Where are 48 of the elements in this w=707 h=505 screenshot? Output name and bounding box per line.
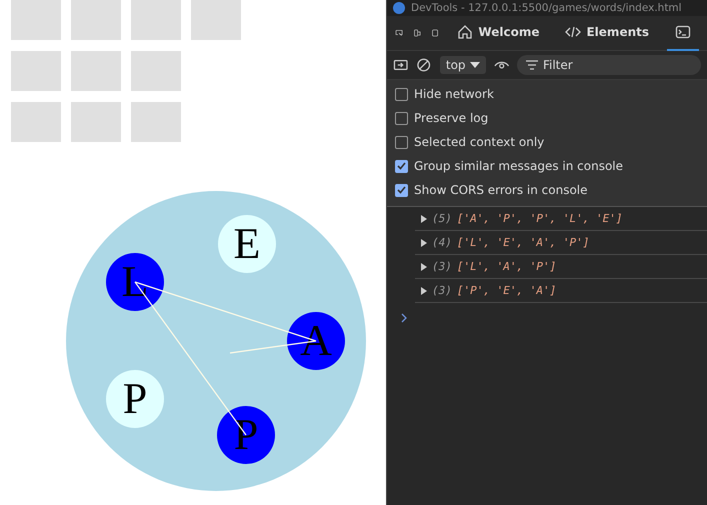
empty-tile (71, 102, 121, 142)
expand-triangle-icon[interactable] (421, 214, 427, 222)
letter-node[interactable]: E (218, 215, 276, 273)
devtools-tab[interactable]: Elements (557, 15, 657, 51)
empty-tile (131, 51, 181, 91)
code-icon[interactable] (565, 24, 582, 40)
filter-field[interactable]: Filter (516, 55, 701, 75)
checkbox-label: Show CORS errors in console (414, 183, 588, 197)
checkbox-label: Selected context only (414, 135, 544, 149)
array-value: ['L', 'A', 'P'] (456, 260, 556, 273)
checkbox-label: Hide network (414, 87, 494, 101)
empty-tile (191, 0, 241, 40)
clear-icon[interactable] (416, 57, 432, 73)
home-icon[interactable] (457, 24, 474, 40)
devtools-tab[interactable]: Welcome (449, 15, 548, 51)
empty-tile (131, 0, 181, 40)
browser-logo-icon (393, 2, 405, 14)
empty-tile (131, 102, 181, 142)
prompt-chevron-icon[interactable] (401, 313, 407, 323)
checkbox[interactable] (395, 160, 408, 172)
checkbox[interactable] (395, 112, 408, 124)
empty-tile (71, 0, 121, 40)
expand-triangle-icon[interactable] (421, 238, 427, 246)
empty-tile (11, 0, 61, 40)
checkbox[interactable] (395, 136, 408, 148)
checkbox[interactable] (395, 88, 408, 100)
console-icon[interactable] (675, 24, 691, 40)
array-length: (5) (432, 212, 452, 225)
empty-tile (71, 51, 121, 91)
expand-triangle-icon[interactable] (421, 286, 427, 294)
array-value: ['A', 'P', 'P', 'L', 'E'] (456, 212, 622, 225)
letter-node[interactable]: P (106, 370, 164, 428)
expand-triangle-icon[interactable] (421, 262, 427, 270)
array-value: ['P', 'E', 'A'] (456, 284, 556, 297)
caret-icon (470, 61, 480, 69)
empty-tile (11, 102, 61, 142)
array-length: (3) (432, 260, 452, 273)
window-title: DevTools - 127.0.0.1:5500/games/words/index.html (411, 1, 682, 15)
filter-icon (526, 60, 538, 70)
array-value: ['L', 'E', 'A', 'P'] (456, 236, 590, 249)
checkbox-label: Preserve log (414, 111, 488, 125)
checkbox-label: Group similar messages in console (414, 159, 623, 173)
array-length: (4) (432, 236, 452, 249)
checkbox[interactable] (395, 184, 408, 196)
context-dropdown[interactable]: top (440, 56, 486, 74)
sidebar-icon[interactable] (393, 57, 408, 73)
array-length: (3) (432, 284, 452, 297)
empty-tile (11, 51, 61, 91)
